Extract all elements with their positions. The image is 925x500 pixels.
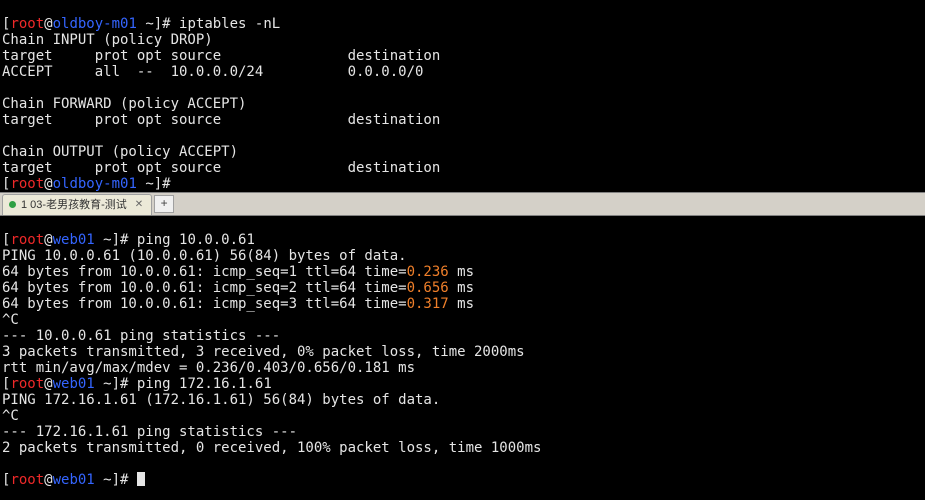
output-line: Chain FORWARD (policy ACCEPT) bbox=[2, 96, 246, 112]
tab-session-1[interactable]: 1 03-老男孩教育-测试 ✕ bbox=[2, 194, 152, 215]
output-line: 64 bytes from 10.0.0.61: icmp_seq=3 ttl=… bbox=[2, 296, 474, 312]
output-line: 3 packets transmitted, 3 received, 0% pa… bbox=[2, 344, 525, 360]
output-line: target prot opt source destination bbox=[2, 160, 440, 176]
prompt-line: [root@oldboy-m01 ~]# bbox=[2, 16, 171, 32]
output-line: target prot opt source destination bbox=[2, 48, 440, 64]
prompt-line: [root@oldboy-m01 ~]# bbox=[2, 176, 171, 192]
output-line: 64 bytes from 10.0.0.61: icmp_seq=2 ttl=… bbox=[2, 280, 474, 296]
output-line: Chain INPUT (policy DROP) bbox=[2, 32, 213, 48]
output-line: ^C bbox=[2, 312, 19, 328]
add-tab-button[interactable]: + bbox=[154, 195, 174, 213]
command-text: ping 10.0.0.61 bbox=[128, 232, 254, 248]
output-line: Chain OUTPUT (policy ACCEPT) bbox=[2, 144, 238, 160]
output-line: ACCEPT all -- 10.0.0.0/24 0.0.0.0/0 bbox=[2, 64, 423, 80]
output-line: PING 172.16.1.61 (172.16.1.61) 56(84) by… bbox=[2, 392, 440, 408]
prompt-line: [root@web01 ~]# bbox=[2, 232, 128, 248]
close-icon[interactable]: ✕ bbox=[135, 200, 143, 210]
terminal-pane-bottom[interactable]: [root@web01 ~]# ping 10.0.0.61 PING 10.0… bbox=[0, 216, 925, 488]
output-line: PING 10.0.0.61 (10.0.0.61) 56(84) bytes … bbox=[2, 248, 407, 264]
command-text: iptables -nL bbox=[171, 16, 281, 32]
output-line: ^C bbox=[2, 408, 19, 424]
prompt-line: [root@web01 ~]# bbox=[2, 376, 128, 392]
command-text: ping 172.16.1.61 bbox=[128, 376, 271, 392]
terminal-pane-top[interactable]: [root@oldboy-m01 ~]# iptables -nL Chain … bbox=[0, 0, 925, 192]
tab-label: 1 03-老男孩教育-测试 bbox=[21, 197, 127, 213]
output-line: --- 172.16.1.61 ping statistics --- bbox=[2, 424, 297, 440]
prompt-line: [root@web01 ~]# bbox=[2, 472, 137, 488]
cursor-icon bbox=[137, 472, 145, 486]
tab-bar: 1 03-老男孩教育-测试 ✕ + bbox=[0, 192, 925, 216]
output-line: --- 10.0.0.61 ping statistics --- bbox=[2, 328, 280, 344]
output-line: rtt min/avg/max/mdev = 0.236/0.403/0.656… bbox=[2, 360, 415, 376]
output-line: target prot opt source destination bbox=[2, 112, 440, 128]
status-dot-icon bbox=[9, 201, 16, 208]
output-line: 64 bytes from 10.0.0.61: icmp_seq=1 ttl=… bbox=[2, 264, 474, 280]
output-line: 2 packets transmitted, 0 received, 100% … bbox=[2, 440, 541, 456]
